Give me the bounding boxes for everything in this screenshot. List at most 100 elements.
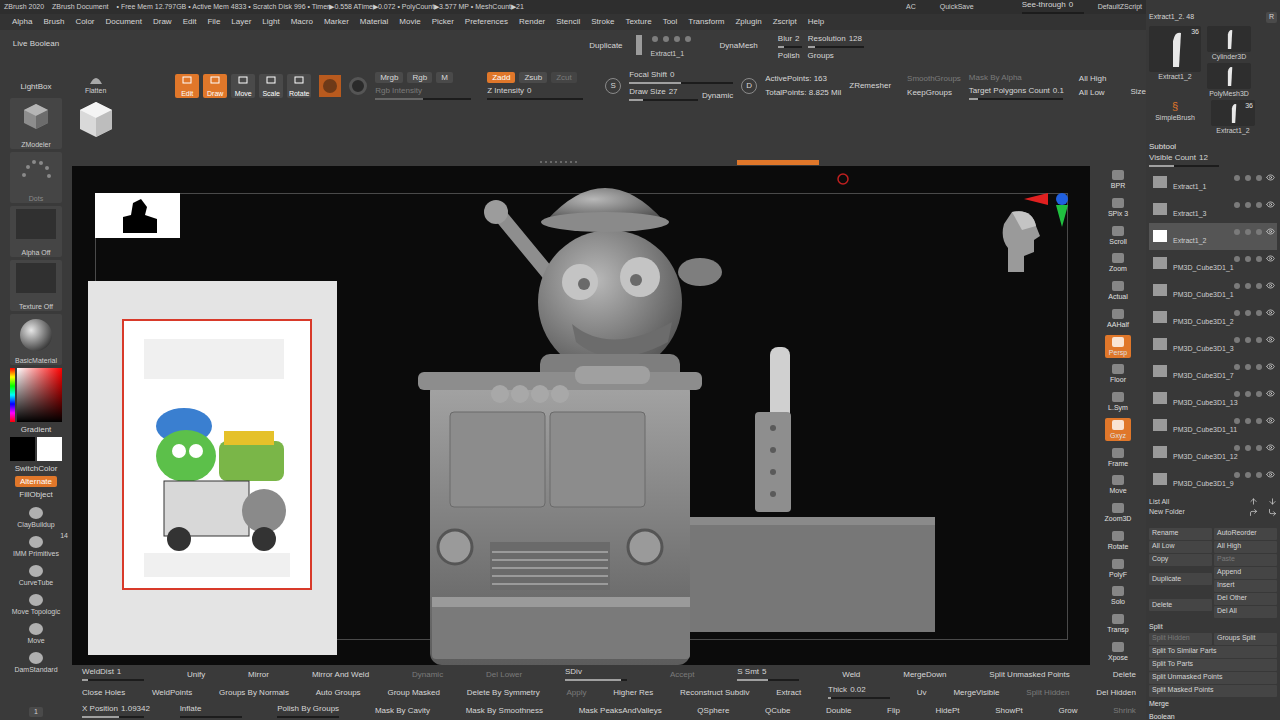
smooth-groups-button[interactable]: SmoothGroups	[907, 73, 961, 84]
move-in-icon[interactable]	[1268, 508, 1277, 517]
view-button[interactable]: Frame	[1105, 446, 1131, 469]
button[interactable]: ShowPt	[995, 705, 1023, 716]
slider[interactable]: Thick0.02	[828, 685, 890, 699]
subtool-row[interactable]: PM3D_Cube3D1_13	[1149, 385, 1277, 412]
eye-icon[interactable]	[1266, 254, 1275, 263]
button[interactable]: Unify	[187, 669, 205, 680]
toggle-button[interactable]: Mrgb	[375, 72, 403, 83]
toggle-button[interactable]: Zadd	[487, 72, 515, 83]
toggle-dot-icon[interactable]	[662, 35, 670, 43]
toggle-button[interactable]: M	[436, 72, 453, 83]
subtool-action[interactable]: Rename	[1149, 528, 1212, 540]
subtool-action[interactable]: Del Other	[1214, 593, 1277, 605]
subtool-action[interactable]: Split To Similar Parts	[1149, 646, 1277, 658]
subtool-toggle-icon[interactable]	[1244, 201, 1252, 209]
subtool-row[interactable]: PM3D_Cube3D1_7	[1149, 358, 1277, 385]
menu-item[interactable]: Macro	[291, 16, 313, 28]
menu-item[interactable]: Movie	[399, 16, 420, 28]
menu-item[interactable]: Picker	[432, 16, 454, 28]
subtool-toggle-icon[interactable]	[1244, 336, 1252, 344]
script-name[interactable]: DefaultZScript	[1098, 2, 1142, 13]
duplicate-button[interactable]: Duplicate	[589, 40, 622, 51]
button[interactable]: Delete By Symmetry	[467, 687, 540, 698]
quicksave-button[interactable]: QuickSave	[940, 2, 974, 13]
slider[interactable]: Draw Size27	[629, 87, 698, 101]
menu-item[interactable]: Edit	[183, 16, 197, 28]
subtool-toggle-icon[interactable]	[1255, 174, 1263, 182]
reference-panel[interactable]	[88, 281, 337, 655]
subtool-toggle-icon[interactable]	[1255, 336, 1263, 344]
mode-button[interactable]: Edit	[175, 74, 199, 98]
view-button[interactable]: Zoom3D	[1105, 501, 1131, 524]
subtool-toggle-icon[interactable]	[1233, 363, 1241, 371]
split-header[interactable]: Split	[1149, 621, 1277, 633]
subtool-toggle-icon[interactable]	[1255, 471, 1263, 479]
subtool-action[interactable]: All High	[1214, 541, 1277, 553]
subtool-toggle-icon[interactable]	[1255, 417, 1263, 425]
subtool-row[interactable]: PM3D_Cube3D1_1	[1149, 250, 1277, 277]
shelf-tile[interactable]: ZModeler	[10, 98, 62, 149]
subtool-action[interactable]: AutoReorder	[1214, 528, 1277, 540]
r-button[interactable]: R	[1266, 12, 1277, 23]
slider[interactable]: Z Intensity0	[487, 86, 583, 100]
slider[interactable]: Resolution128	[808, 34, 864, 48]
view-button[interactable]: Scroll	[1105, 224, 1131, 247]
sculpt-model[interactable]	[72, 166, 1090, 665]
eye-icon[interactable]	[1266, 200, 1275, 209]
slider[interactable]: Visible Count12	[1149, 153, 1219, 167]
mode-button[interactable]: Rotate	[287, 74, 311, 98]
all-low-button[interactable]: All Low	[1079, 87, 1107, 98]
polish-button[interactable]: Polish	[778, 50, 800, 61]
subtool-action[interactable]: Insert	[1214, 580, 1277, 592]
subtool-action[interactable]: Duplicate	[1149, 573, 1212, 585]
button[interactable]: MergeDown	[903, 669, 946, 680]
subtool-toggle-icon[interactable]	[1244, 471, 1252, 479]
eye-icon[interactable]	[1266, 173, 1275, 182]
all-high-button[interactable]: All High	[1079, 73, 1107, 84]
active-points[interactable]: ActivePoints: 163	[765, 73, 841, 84]
mode-button[interactable]: Scale	[259, 74, 283, 98]
slider[interactable]: Blur2	[778, 34, 802, 48]
view-button[interactable]: Xpose	[1105, 640, 1131, 663]
view-button[interactable]: Persp	[1105, 335, 1131, 358]
switch-color-button[interactable]: SwitchColor	[15, 463, 58, 474]
toggle-button[interactable]: Zsub	[519, 72, 547, 83]
button[interactable]: Mask PeaksAndValleys	[579, 705, 662, 716]
subtool-toggle-icon[interactable]	[1233, 309, 1241, 317]
subtool-action[interactable]: Paste	[1214, 554, 1277, 566]
subtool-toggle-icon[interactable]	[1244, 309, 1252, 317]
move-down-icon[interactable]	[1268, 497, 1277, 506]
menu-item[interactable]: Alpha	[12, 16, 32, 28]
subtool-toggle-icon[interactable]	[1233, 201, 1241, 209]
button[interactable]: Mirror And Weld	[312, 669, 369, 680]
lightbox-button[interactable]: LightBox	[20, 81, 51, 92]
keep-groups-button[interactable]: KeepGroups	[907, 87, 961, 98]
slider[interactable]: WeldDist1	[82, 667, 144, 681]
size-button[interactable]: Size	[1130, 86, 1146, 97]
menu-item[interactable]: Help	[808, 16, 824, 28]
eye-icon[interactable]	[1266, 470, 1275, 479]
slider[interactable]: Inflate	[180, 704, 242, 718]
slider[interactable]: Target Polygons Count0.1	[969, 86, 1063, 100]
button[interactable]: QSphere	[697, 705, 729, 716]
button[interactable]: Dynamic	[412, 669, 443, 680]
head-orientation-icon[interactable]	[998, 208, 1044, 274]
material-swatch[interactable]	[319, 75, 341, 97]
brush-button[interactable]: Move	[2, 618, 70, 645]
subtool-toggle-icon[interactable]	[1233, 471, 1241, 479]
menu-item[interactable]: Color	[75, 16, 94, 28]
section-header[interactable]: Merge	[1149, 697, 1277, 710]
subtool-toggle-icon[interactable]	[1233, 336, 1241, 344]
subtool-action[interactable]: Del All	[1214, 606, 1277, 618]
groups-button[interactable]: Groups	[808, 50, 834, 61]
key-circle[interactable]: S	[605, 78, 621, 94]
slider[interactable]: See-through0	[1022, 0, 1084, 14]
subtool-toggle-icon[interactable]	[1233, 444, 1241, 452]
button[interactable]: Grow	[1058, 705, 1077, 716]
subtool-toggle-icon[interactable]	[1255, 309, 1263, 317]
shelf-tile[interactable]: BasicMaterial	[10, 314, 62, 365]
button[interactable]: Apply	[566, 687, 586, 698]
view-button[interactable]: AAHalf	[1105, 307, 1131, 330]
subtool-toggle-icon[interactable]	[1244, 444, 1252, 452]
view-button[interactable]: Rotate	[1105, 529, 1131, 552]
